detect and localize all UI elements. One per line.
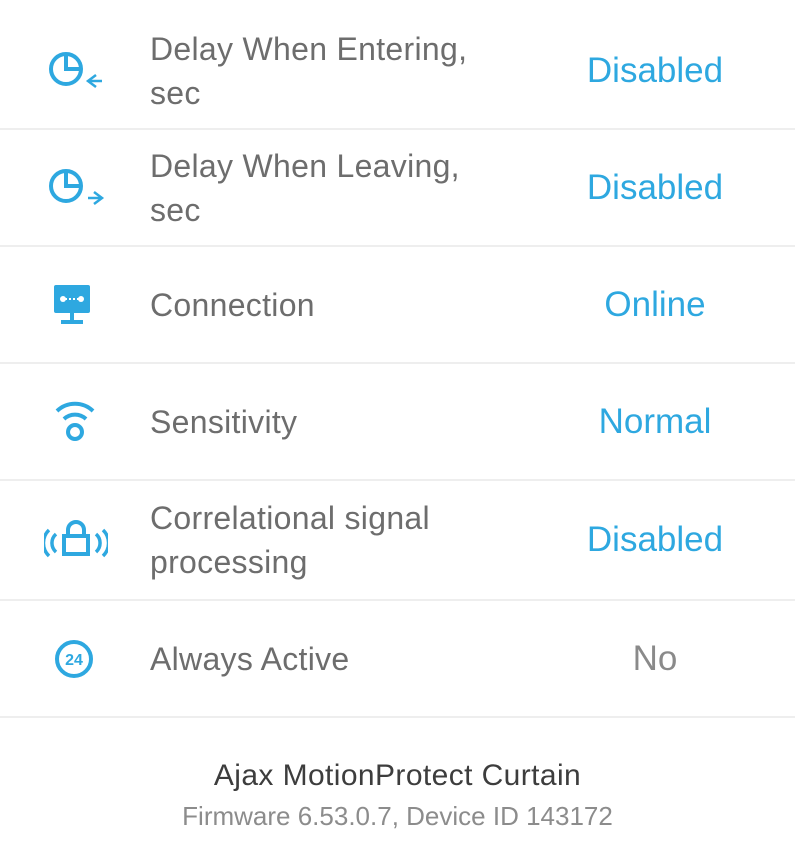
timer-entering-icon [44, 45, 108, 97]
row-label: Delay When Leaving, sec [150, 147, 460, 228]
always-active-24-icon: 24 [44, 633, 108, 685]
sensitivity-signal-icon [44, 396, 108, 448]
row-value: Disabled [586, 167, 724, 207]
row-label: Always Active [150, 640, 350, 677]
svg-text:24: 24 [65, 652, 83, 669]
row-value: No [632, 638, 678, 678]
device-name: Ajax MotionProtect Curtain [213, 759, 582, 792]
row-value: Disabled [586, 50, 724, 90]
row-label: Delay When Entering, sec [150, 30, 468, 111]
firmware-info: Firmware 6.53.0.7, Device ID 143172 [182, 801, 613, 831]
row-sensitivity[interactable]: Sensitivity Normal [0, 364, 795, 481]
row-always-active[interactable]: 24 Always Active No [0, 601, 795, 718]
row-delay-leaving[interactable]: Delay When Leaving, sec Disabled [0, 130, 795, 247]
correlation-lock-icon [44, 514, 108, 566]
row-value: Normal [598, 401, 712, 441]
connection-monitor-icon [44, 279, 108, 331]
row-value: Online [604, 284, 706, 324]
row-label: Connection [150, 286, 315, 323]
row-label: Sensitivity [150, 403, 298, 440]
row-label: Correlational signal processing [150, 500, 430, 580]
settings-list: Delay When Entering, sec Disabled Delay … [0, 13, 795, 718]
timer-leaving-icon [44, 162, 108, 214]
device-info: Ajax MotionProtect Curtain Firmware 6.53… [0, 745, 795, 832]
row-delay-entering[interactable]: Delay When Entering, sec Disabled [0, 13, 795, 130]
row-value: Disabled [586, 520, 724, 559]
row-connection[interactable]: Connection Online [0, 247, 795, 364]
row-correlational-signal[interactable]: Correlational signal processing Disabled [0, 481, 795, 601]
